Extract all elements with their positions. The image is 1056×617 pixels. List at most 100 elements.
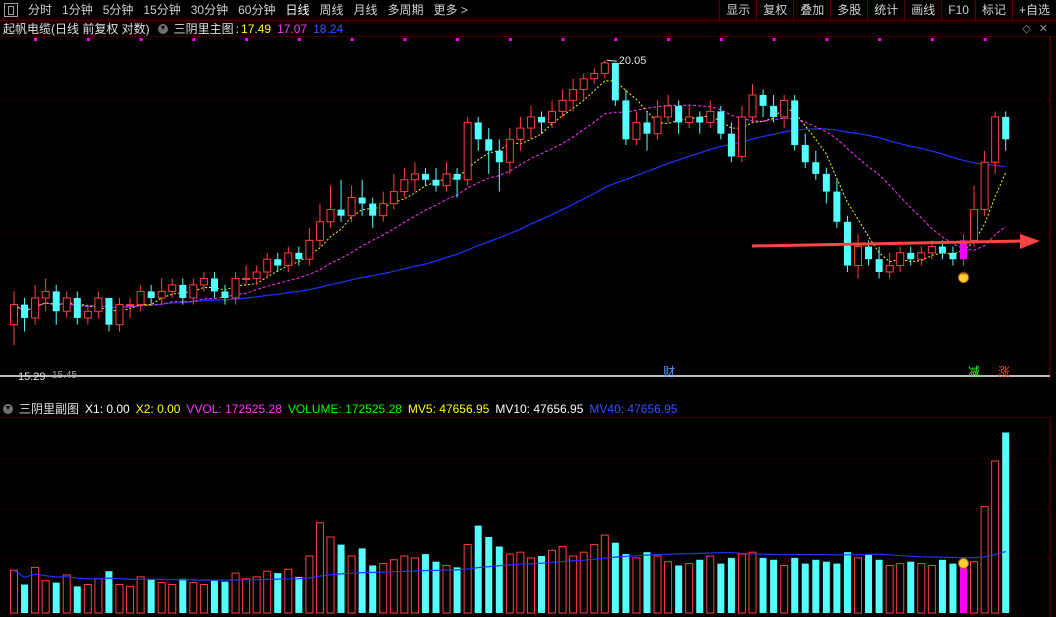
candle-body	[505, 138, 514, 163]
volume-bar	[706, 555, 715, 614]
volume-bar	[305, 555, 314, 614]
candle-body	[791, 100, 799, 146]
period-tab[interactable]: 分时	[23, 0, 57, 20]
candle-body	[400, 179, 409, 193]
volume-bar	[52, 582, 60, 613]
toolbar-button[interactable]: 统计	[867, 0, 904, 20]
period-tab[interactable]: 日线	[280, 0, 314, 20]
candle-body	[706, 110, 715, 123]
candle-body	[274, 259, 282, 266]
period-tab[interactable]: 1分钟	[57, 0, 98, 20]
candle-body	[643, 122, 651, 134]
volume-bar	[463, 544, 472, 614]
volume-bar	[538, 556, 545, 613]
main-indicator-name[interactable]: 三阴里主图	[174, 21, 234, 37]
trend-arrow-head	[1020, 234, 1040, 249]
period-tab[interactable]: 5分钟	[98, 0, 139, 20]
period-tab[interactable]: 15分钟	[138, 0, 185, 20]
candle-body	[727, 133, 735, 157]
panel-toggle-icon[interactable]	[4, 3, 18, 17]
signal-dot	[772, 38, 776, 41]
volume-bar	[865, 554, 873, 613]
high-price-pointer	[606, 59, 617, 62]
low-price-label: 15.29	[18, 371, 46, 380]
toolbar-button[interactable]: 显示	[719, 0, 756, 20]
period-tab[interactable]: 周线	[314, 0, 348, 20]
volume-chart	[0, 417, 1051, 617]
volume-bar	[907, 561, 915, 613]
candle-body	[611, 62, 619, 101]
signal-dot	[86, 38, 90, 41]
period-tab[interactable]: 月线	[349, 0, 383, 20]
event-marker-finance: 财	[663, 365, 675, 379]
sub-indicator-dropdown-icon[interactable]	[3, 404, 13, 414]
toolbar-button[interactable]: 画线	[904, 0, 941, 20]
event-marker-rise: 涨	[998, 364, 1010, 379]
volume-bar	[717, 563, 725, 613]
signal-dot	[508, 38, 512, 41]
candle-body	[685, 116, 694, 123]
signal-dot	[192, 38, 196, 41]
volume-bar	[643, 552, 651, 613]
candle-body	[780, 99, 789, 118]
period-tab[interactable]: 60分钟	[233, 0, 280, 20]
signal-dot	[297, 38, 301, 41]
candle-body	[622, 100, 630, 140]
signal-dot	[456, 38, 460, 41]
sub-legend-item: VVOL: 172525.28	[186, 402, 282, 416]
candle-body	[62, 297, 71, 312]
volume-bar	[896, 563, 905, 614]
toolbar-button[interactable]: 标记	[974, 0, 1012, 20]
trend-arrow-shaft	[751, 239, 1023, 248]
candle-body	[474, 122, 482, 140]
candle-body	[875, 259, 883, 272]
candle-body	[52, 291, 60, 312]
volume-bar	[179, 578, 187, 613]
candle-body	[369, 203, 377, 216]
candle-body	[748, 94, 757, 118]
volume-bar	[295, 576, 303, 613]
sub-legend: 三阴里副图 X1: 0.00 X2: 0.00 VVOL: 172525.28 VOL…	[0, 401, 683, 417]
volume-bar	[590, 544, 599, 614]
period-tab[interactable]: 更多 >	[429, 0, 473, 20]
period-tab[interactable]: 多周期	[383, 0, 429, 20]
main-legend: 起帆电缆(日线 前复权 对数) 三阴里主图 : 17.49 17.07 18.2…	[3, 21, 344, 37]
candle-body	[94, 297, 103, 312]
volume-bar	[812, 559, 820, 613]
volume-bar	[801, 563, 809, 613]
candle-body	[105, 297, 113, 325]
candle-body	[579, 78, 588, 91]
candle-body	[558, 99, 567, 112]
volume-bar	[168, 584, 177, 614]
candle-body	[157, 290, 166, 299]
candle-body	[970, 209, 979, 241]
candle-body	[696, 116, 704, 123]
volume-bar	[833, 563, 841, 613]
candle-body	[801, 145, 809, 163]
close-icon[interactable]: ✕	[1039, 23, 1048, 35]
ma-fast-value: 17.49	[241, 22, 272, 36]
candle-body	[991, 116, 1000, 163]
indicator-dropdown-icon[interactable]	[157, 24, 168, 34]
volume-bar	[675, 565, 683, 613]
toolbar-button[interactable]: F10	[941, 0, 975, 20]
volume-bar	[231, 572, 240, 614]
signal-dot	[930, 38, 934, 41]
volume-bar	[62, 574, 71, 614]
volume-bar	[822, 561, 830, 613]
toolbar-button[interactable]: 多股	[830, 0, 867, 20]
candle-body	[632, 121, 641, 140]
volume-bar	[949, 563, 957, 613]
candle-body	[495, 150, 503, 163]
volume-bar	[569, 555, 578, 614]
toolbar-button[interactable]: +自选	[1011, 0, 1056, 20]
toolbar-button[interactable]: 复权	[756, 0, 793, 20]
volume-bar	[410, 557, 419, 614]
volume-bar	[516, 551, 525, 614]
period-tab[interactable]: 30分钟	[186, 0, 233, 20]
diamond-icon[interactable]: ◇	[1022, 23, 1030, 35]
volume-bar	[737, 553, 746, 614]
sub-indicator-name[interactable]: 三阴里副图	[19, 401, 79, 417]
candle-body	[453, 173, 461, 180]
toolbar-button[interactable]: 叠加	[793, 0, 830, 20]
